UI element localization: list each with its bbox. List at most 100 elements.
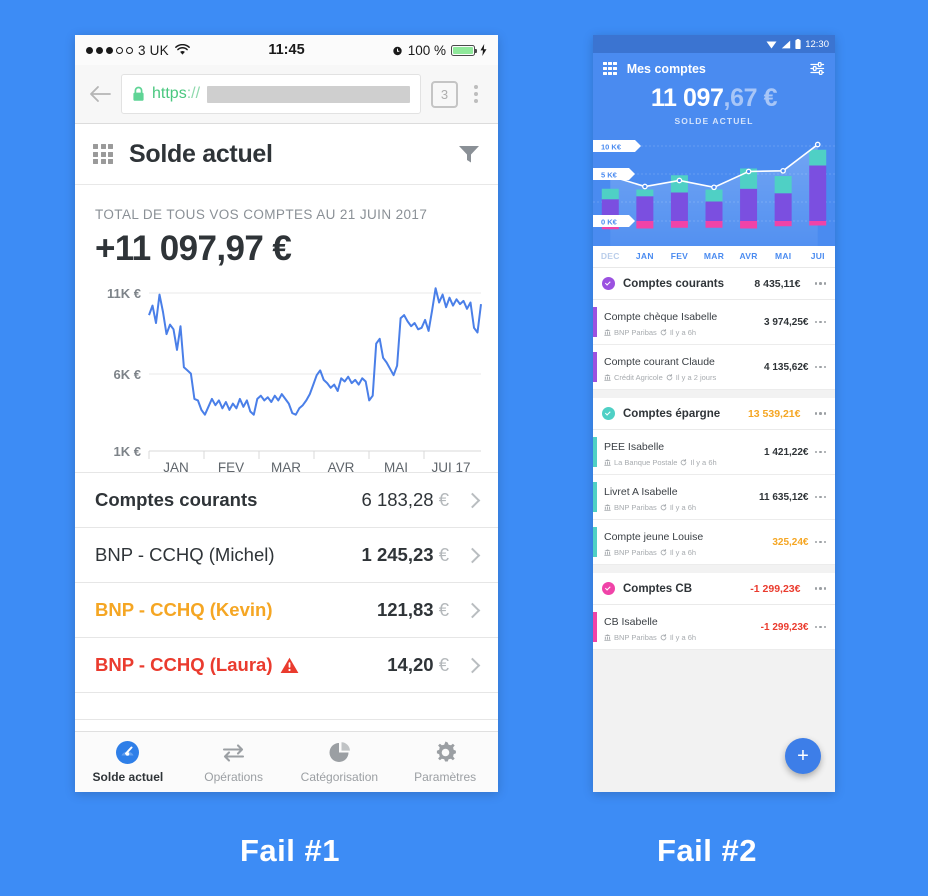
status-left: 3 UK bbox=[86, 43, 190, 58]
group-accent-bar bbox=[593, 307, 597, 337]
bank-name: La Banque Postale bbox=[614, 458, 678, 467]
row-menu-icon[interactable] bbox=[809, 495, 826, 499]
group-collapse-icon[interactable] bbox=[602, 277, 615, 290]
table-row[interactable]: BNP - CCHQ (Kevin) 121,83 € bbox=[75, 583, 498, 638]
add-account-fab[interactable]: + bbox=[785, 738, 821, 774]
row-menu-icon[interactable] bbox=[809, 320, 826, 324]
account-amount: 3 974,25€ bbox=[764, 316, 809, 328]
account-row[interactable]: CB Isabelle BNP Paribas Il y a 6h -1 299,23… bbox=[593, 605, 835, 650]
account-group-header[interactable]: Comptes épargne 13 539,21€ bbox=[593, 398, 835, 430]
tab-operations[interactable]: Opérations bbox=[181, 732, 287, 792]
account-meta: La Banque Postale Il y a 6h bbox=[604, 458, 717, 467]
chevron-right-icon bbox=[464, 602, 481, 618]
account-row[interactable]: PEE Isabelle La Banque Postale Il y a 6h 1 … bbox=[593, 430, 835, 475]
tune-sliders-icon[interactable] bbox=[810, 61, 825, 76]
account-meta: BNP Paribas Il y a 6h bbox=[604, 548, 703, 557]
chart-month-label: JAN bbox=[635, 251, 654, 261]
tab-solde-actuel[interactable]: Solde actuel bbox=[75, 732, 181, 792]
row-menu-icon[interactable] bbox=[809, 587, 826, 590]
row-menu-icon[interactable] bbox=[809, 540, 826, 544]
account-name: Comptes courants bbox=[95, 489, 258, 510]
signal-icon bbox=[782, 40, 791, 48]
table-row[interactable]: BNP - CCHQ (Michel) 1 245,23 € bbox=[75, 528, 498, 583]
chart-bar-segment bbox=[705, 221, 723, 228]
wifi-icon bbox=[766, 41, 777, 48]
group-collapse-icon[interactable] bbox=[602, 582, 615, 595]
sync-time: Il y a 6h bbox=[669, 548, 697, 557]
phone-android-screenshot: 12:30 Mes comptes 11 097,67 € SOLDE ACTU… bbox=[593, 35, 835, 792]
chart-x-ticks bbox=[148, 451, 425, 459]
account-group-header[interactable]: Comptes CB -1 299,23€ bbox=[593, 573, 835, 605]
chevron-right-icon bbox=[464, 657, 481, 673]
chart-bar-segment bbox=[670, 221, 688, 228]
chart-bar-segment bbox=[601, 188, 619, 200]
svg-text:MAR: MAR bbox=[271, 460, 301, 472]
chart-bar-segment bbox=[740, 221, 758, 229]
charging-bolt-icon bbox=[480, 44, 487, 56]
tab-count-button[interactable]: 3 bbox=[431, 80, 458, 108]
row-menu-icon[interactable] bbox=[809, 625, 826, 629]
account-row[interactable]: Livret A Isabelle BNP Paribas Il y a 6h 11 … bbox=[593, 475, 835, 520]
grid-menu-icon[interactable] bbox=[93, 144, 113, 164]
row-menu-icon[interactable] bbox=[809, 282, 826, 285]
chart-bar-segment bbox=[774, 193, 792, 221]
chart-month-label: AVR bbox=[739, 251, 758, 261]
account-amount: 121,83 € bbox=[376, 599, 449, 620]
account-name: BNP - CCHQ (Laura) bbox=[95, 654, 273, 675]
chart-bar-segment bbox=[636, 221, 654, 229]
chart-line-series bbox=[148, 287, 482, 416]
account-name: Compte courant Claude bbox=[604, 356, 715, 368]
sync-icon bbox=[660, 549, 667, 556]
android-app-header: Mes comptes 11 097,67 € SOLDE ACTUEL bbox=[593, 53, 835, 126]
row-menu-icon[interactable] bbox=[809, 412, 826, 415]
chart-bar-segment bbox=[740, 188, 758, 221]
chart-bar-segment bbox=[809, 221, 827, 226]
account-name: Livret A Isabelle bbox=[604, 486, 678, 498]
filter-funnel-icon[interactable] bbox=[458, 144, 480, 164]
android-status-bar: 12:30 bbox=[593, 35, 835, 53]
account-info: Compte chèque Isabelle BNP Paribas Il y a … bbox=[604, 307, 717, 337]
chart-month-label: MAR bbox=[703, 251, 725, 261]
account-name: BNP - CCHQ (Michel) bbox=[95, 544, 275, 565]
carrier-label: 3 UK bbox=[138, 42, 169, 58]
chart-line-marker bbox=[711, 184, 717, 191]
table-row[interactable]: BNP - CCHQ (Laura) 14,20 € bbox=[75, 638, 498, 693]
tab-parametres[interactable]: Paramètres bbox=[392, 732, 498, 792]
account-meta: BNP Paribas Il y a 6h bbox=[604, 633, 696, 642]
account-row[interactable]: Compte courant Claude Crédit Agricole Il y… bbox=[593, 345, 835, 390]
chart-line-marker bbox=[780, 167, 786, 174]
svg-text:6K €: 6K € bbox=[114, 367, 141, 382]
tab-label: Catégorisation bbox=[300, 770, 379, 784]
sync-icon bbox=[666, 374, 673, 381]
group-accent-bar bbox=[593, 482, 597, 512]
row-menu-icon[interactable] bbox=[809, 450, 826, 454]
group-collapse-icon[interactable] bbox=[602, 407, 615, 420]
account-row[interactable]: Compte jeune Louise BNP Paribas Il y a 6h 3… bbox=[593, 520, 835, 565]
grid-menu-icon[interactable] bbox=[603, 61, 617, 76]
url-redacted-bar bbox=[207, 85, 410, 103]
tab-label: Opérations bbox=[204, 770, 263, 784]
row-menu-icon[interactable] bbox=[809, 365, 826, 369]
kebab-menu-icon[interactable] bbox=[468, 83, 484, 105]
account-group-header[interactable]: Comptes courants 8 435,11€ bbox=[593, 268, 835, 300]
chevron-right-icon bbox=[464, 547, 481, 563]
chart-line-marker bbox=[814, 141, 821, 148]
account-row[interactable]: Compte chèque Isabelle BNP Paribas Il y a … bbox=[593, 300, 835, 345]
chart-month-label: MAI bbox=[774, 251, 792, 261]
gauge-icon bbox=[116, 741, 140, 764]
chart-bar-segment bbox=[636, 196, 654, 221]
caption-fail-1: Fail #1 bbox=[240, 833, 340, 868]
chart-y-axis-labels: 11K € 6K € 1K € bbox=[107, 286, 141, 459]
account-info: Compte jeune Louise BNP Paribas Il y a 6h bbox=[604, 527, 703, 557]
table-row[interactable]: Comptes courants 6 183,28 € bbox=[75, 473, 498, 528]
android-account-list[interactable]: Comptes courants 8 435,11€ Compte chèque I… bbox=[593, 268, 835, 792]
tab-categorisation[interactable]: Catégorisation bbox=[287, 732, 393, 792]
address-bar[interactable]: https:// bbox=[121, 74, 421, 114]
sync-icon bbox=[660, 329, 667, 336]
account-amount: 325,24€ bbox=[772, 536, 809, 548]
back-arrow-icon[interactable] bbox=[89, 85, 111, 103]
bank-icon bbox=[604, 549, 611, 556]
svg-text:JAN: JAN bbox=[163, 460, 189, 472]
chevron-right-icon bbox=[464, 492, 481, 508]
svg-text:MAI: MAI bbox=[384, 460, 408, 472]
